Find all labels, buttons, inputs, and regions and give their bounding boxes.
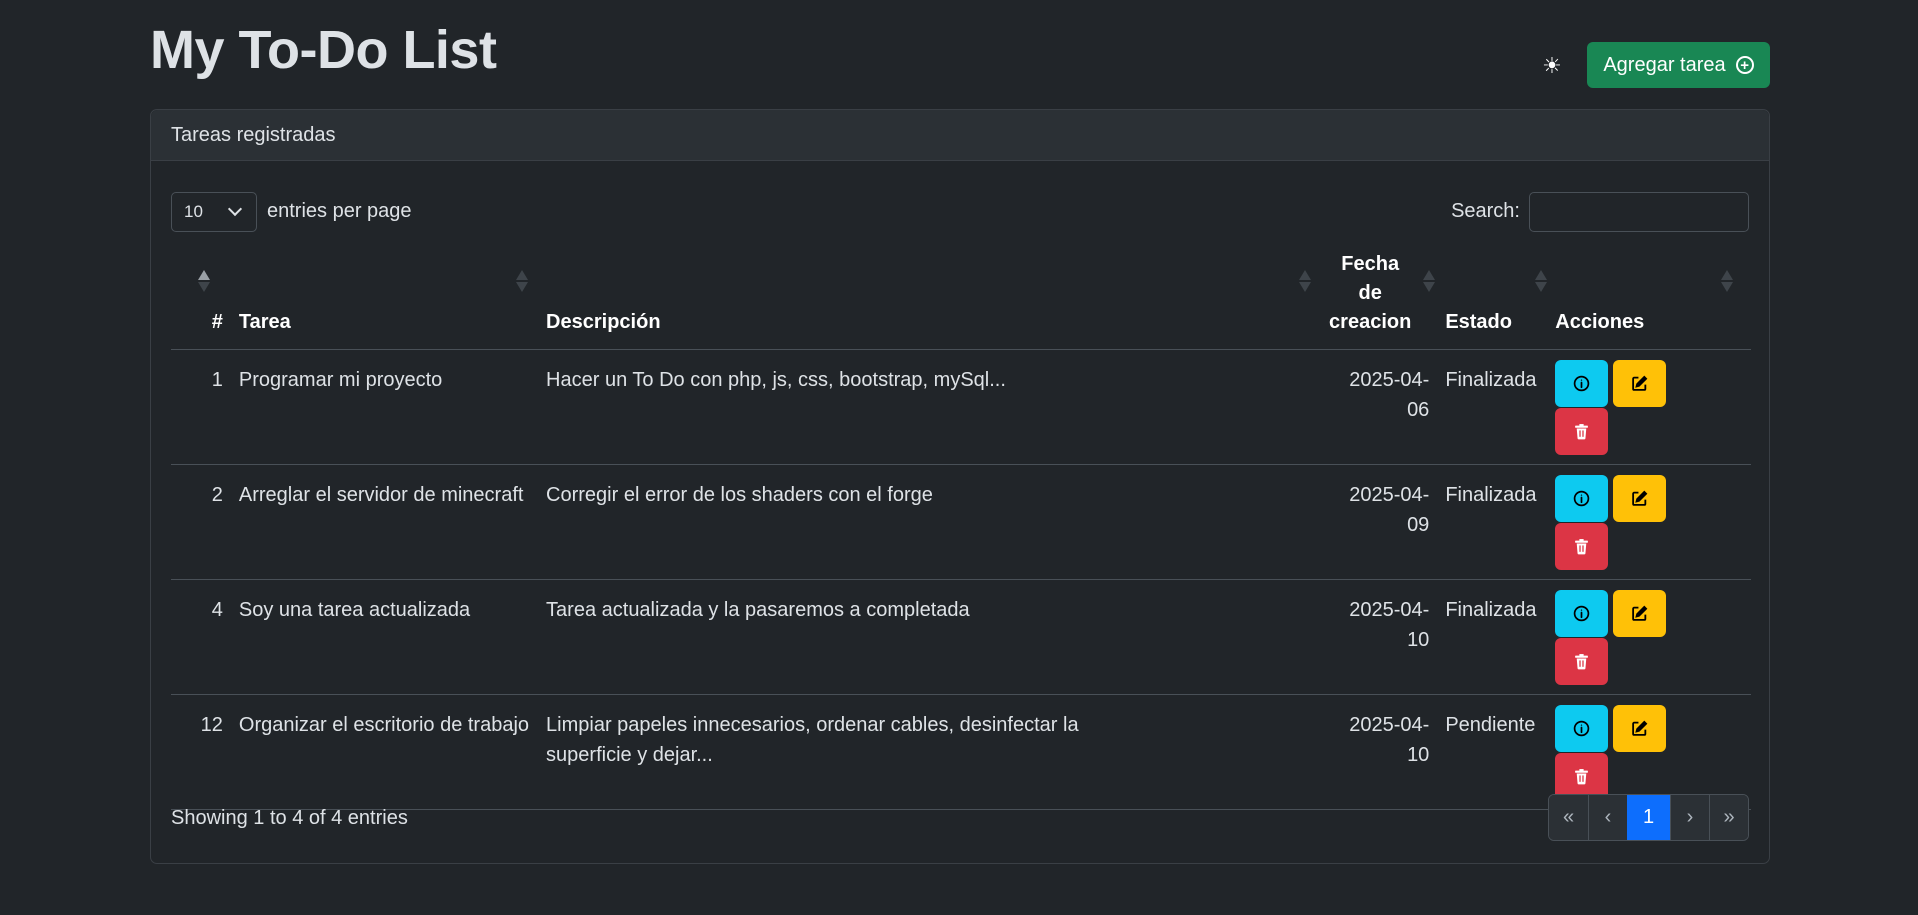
table-row: 12 Organizar el escritorio de trabajo Li… (171, 694, 1751, 810)
column-header-tarea[interactable]: Tarea (230, 250, 539, 350)
cell-estado: Pendiente (1437, 694, 1548, 810)
entries-per-page-value: 10 (184, 202, 203, 221)
table-controls: 10 entries per page Search: (171, 192, 1749, 232)
last-page-button[interactable]: » (1709, 795, 1748, 840)
edit-task-button[interactable] (1613, 705, 1667, 752)
column-header-estado[interactable]: Estado (1437, 250, 1548, 350)
action-buttons (1555, 359, 1667, 455)
theme-toggle-button[interactable]: ☀ (1536, 50, 1568, 82)
action-buttons (1555, 704, 1667, 800)
view-task-button[interactable] (1555, 705, 1609, 752)
info-icon (1573, 720, 1590, 737)
edit-task-button[interactable] (1613, 590, 1667, 637)
action-buttons (1555, 474, 1667, 570)
cell-fecha: 2025-04-09 (1321, 464, 1438, 580)
cell-tarea: Soy una tarea actualizada (230, 579, 539, 695)
sort-arrows-icon (1535, 270, 1548, 292)
sort-arrows-icon (516, 270, 529, 292)
tasks-card: Tareas registradas 10 entries per page S… (150, 109, 1770, 864)
cell-descripcion-text: Tarea actualizada y la pasaremos a compl… (546, 599, 970, 621)
cell-id: 4 (171, 579, 231, 695)
edit-task-button[interactable] (1613, 360, 1667, 407)
first-page-button[interactable]: « (1549, 795, 1588, 840)
cell-id: 2 (171, 464, 231, 580)
info-icon (1573, 375, 1590, 392)
table-row: 4 Soy una tarea actualizada Tarea actual… (171, 579, 1751, 695)
next-page-button[interactable]: › (1670, 795, 1709, 840)
add-task-label: Agregar tarea (1603, 53, 1726, 76)
plus-circle-icon: + (1735, 56, 1754, 74)
cell-acciones (1547, 464, 1751, 580)
trash-icon (1573, 653, 1590, 670)
entries-per-page-select[interactable]: 10 (171, 192, 257, 232)
sort-arrows-icon (198, 270, 210, 292)
sort-arrows-icon (1721, 270, 1733, 292)
edit-icon (1631, 605, 1648, 622)
pagination: « ‹ 1 › » (1548, 794, 1749, 841)
cell-fecha: 2025-04-06 (1321, 349, 1438, 465)
edit-icon (1631, 720, 1648, 737)
cell-descripcion: Tarea actualizada y la pasaremos a compl… (538, 579, 1322, 695)
info-icon (1573, 490, 1590, 507)
view-task-button[interactable] (1555, 360, 1609, 407)
cell-estado: Finalizada (1437, 579, 1548, 695)
page-title: My To-Do List (150, 20, 497, 80)
cell-fecha: 2025-04-10 (1321, 694, 1438, 810)
column-header-descripcion[interactable]: Descripción (538, 250, 1322, 350)
entries-per-page-label: entries per page (267, 200, 412, 222)
sort-arrows-icon (1423, 270, 1436, 292)
view-task-button[interactable] (1555, 475, 1609, 522)
page-header: My To-Do List ☀ Agregar tarea + (150, 0, 1770, 108)
column-header-id[interactable]: # (171, 250, 231, 350)
search-label: Search: (1451, 200, 1520, 222)
cell-estado: Finalizada (1437, 349, 1548, 465)
cell-id: 12 (171, 694, 231, 810)
sort-arrows-icon (1299, 270, 1312, 292)
table-row: 1 Programar mi proyecto Hacer un To Do c… (171, 349, 1751, 465)
column-header-fecha[interactable]: Fecha de creacion (1321, 250, 1438, 350)
delete-task-button[interactable] (1555, 523, 1609, 570)
table-info: Showing 1 to 4 of 4 entries (171, 807, 408, 829)
cell-acciones (1547, 694, 1751, 810)
delete-task-button[interactable] (1555, 638, 1609, 685)
column-header-acciones[interactable]: Acciones (1547, 250, 1751, 350)
cell-descripcion-text: Hacer un To Do con php, js, css, bootstr… (546, 369, 1006, 391)
cell-fecha: 2025-04-10 (1321, 579, 1438, 695)
tasks-table: # Tarea Descripción Fecha de creacion Es… (171, 250, 1751, 810)
cell-descripcion: Limpiar papeles innecesarios, ordenar ca… (538, 694, 1322, 810)
card-header: Tareas registradas (151, 110, 1769, 161)
trash-icon (1573, 423, 1590, 440)
cell-descripcion-text: Limpiar papeles innecesarios, ordenar ca… (546, 714, 1079, 766)
trash-icon (1573, 538, 1590, 555)
cell-descripcion-text: Corregir el error de los shaders con el … (546, 484, 933, 506)
table-row: 2 Arreglar el servidor de minecraft Corr… (171, 464, 1751, 580)
chevron-down-icon (227, 201, 243, 217)
search-input[interactable] (1529, 192, 1749, 232)
cell-acciones (1547, 579, 1751, 695)
tasks-table-body: 1 Programar mi proyecto Hacer un To Do c… (171, 349, 1751, 810)
cell-id: 1 (171, 349, 231, 465)
cell-tarea: Organizar el escritorio de trabajo (230, 694, 539, 810)
info-icon (1573, 605, 1590, 622)
delete-task-button[interactable] (1555, 408, 1609, 455)
delete-task-button[interactable] (1555, 753, 1609, 800)
table-header-row: # Tarea Descripción Fecha de creacion Es… (171, 250, 1751, 350)
cell-descripcion: Corregir el error de los shaders con el … (538, 464, 1322, 580)
previous-page-button[interactable]: ‹ (1588, 795, 1627, 840)
edit-task-button[interactable] (1613, 475, 1667, 522)
view-task-button[interactable] (1555, 590, 1609, 637)
cell-tarea: Arreglar el servidor de minecraft (230, 464, 539, 580)
action-buttons (1555, 589, 1667, 685)
cell-descripcion: Hacer un To Do con php, js, css, bootstr… (538, 349, 1322, 465)
cell-acciones (1547, 349, 1751, 465)
app-container: My To-Do List ☀ Agregar tarea + Tareas r… (150, 0, 1770, 864)
cell-tarea: Programar mi proyecto (230, 349, 539, 465)
sun-icon: ☀ (1542, 53, 1562, 78)
cell-estado: Finalizada (1437, 464, 1548, 580)
page-1-button[interactable]: 1 (1627, 795, 1670, 840)
edit-icon (1631, 490, 1648, 507)
trash-icon (1573, 768, 1590, 785)
edit-icon (1631, 375, 1648, 392)
add-task-button[interactable]: Agregar tarea + (1587, 42, 1770, 88)
